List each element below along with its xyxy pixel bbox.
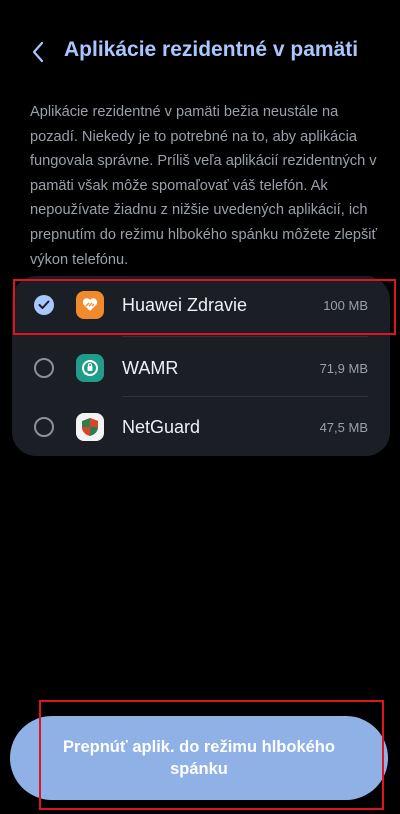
highlight-box: [13, 279, 396, 335]
header: Aplikácie rezidentné v pamäti: [0, 32, 400, 72]
list-item-wamr[interactable]: WAMR 71,9 MB: [12, 339, 390, 397]
app-name: WAMR: [122, 357, 179, 378]
divider: [122, 336, 368, 337]
checkbox-unchecked[interactable]: [34, 358, 54, 378]
app-name: NetGuard: [122, 416, 201, 437]
description-text: Aplikácie rezidentné v pamäti bežia neus…: [30, 104, 377, 268]
divider: [122, 396, 368, 397]
app-size: 71,9 MB: [319, 360, 368, 376]
page-title: Aplikácie rezidentné v pamäti: [64, 38, 359, 61]
wamr-icon: [76, 354, 104, 382]
netguard-icon: [76, 413, 104, 441]
app-size: 47,5 MB: [319, 419, 368, 435]
list-item-netguard[interactable]: NetGuard 47,5 MB: [12, 398, 390, 456]
chevron-left-icon: [32, 41, 44, 63]
highlight-box: [39, 700, 384, 810]
back-button[interactable]: [26, 38, 50, 66]
checkbox-unchecked[interactable]: [34, 417, 54, 437]
